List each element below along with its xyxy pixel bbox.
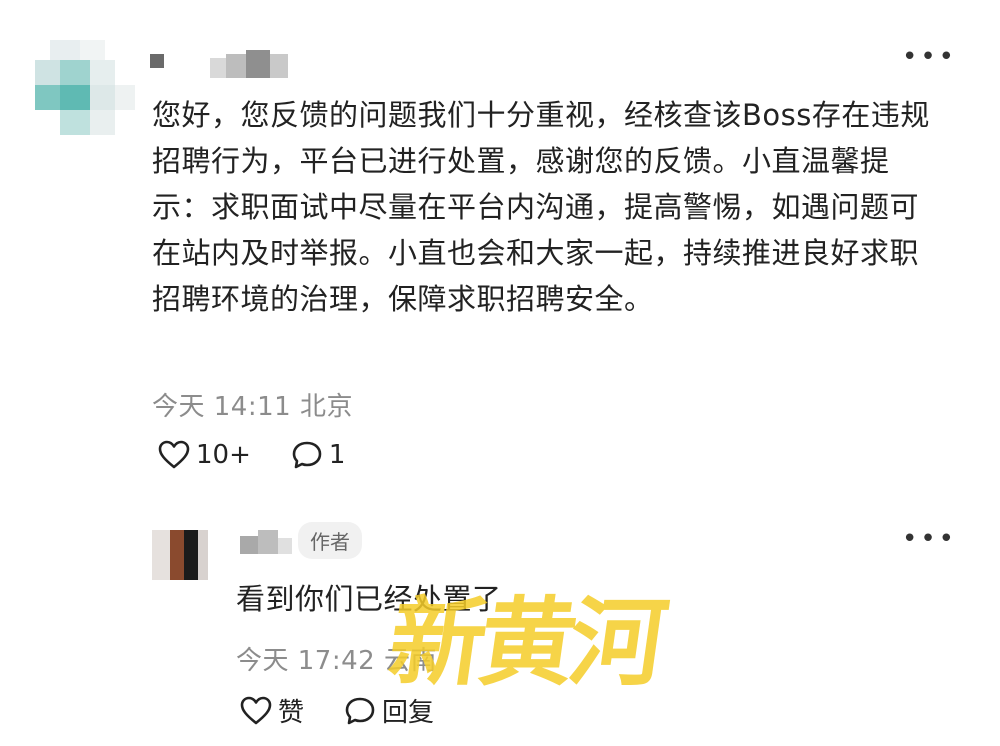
avatar[interactable]: [152, 530, 208, 580]
comment-body: 您好，您反馈的问题我们十分重视，经核查该Boss存在违规招聘行为，平台已进行处置…: [152, 98, 930, 316]
comment-bubble-icon: [345, 697, 375, 724]
like-button[interactable]: 赞: [240, 692, 304, 729]
username-blurred[interactable]: [150, 50, 310, 84]
like-label: 赞: [278, 698, 305, 728]
comment-time-location: 今天 14:11 北京: [152, 392, 353, 422]
username-blurred[interactable]: [236, 528, 296, 558]
like-button[interactable]: 10+: [158, 440, 251, 470]
watermark-logo: 新黄河: [382, 586, 669, 699]
heart-icon: [158, 440, 190, 469]
more-dots-icon[interactable]: •••: [902, 44, 957, 70]
comment-bubble-icon: [292, 441, 322, 469]
avatar[interactable]: [30, 30, 140, 140]
heart-icon: [240, 696, 272, 724]
more-dots-icon[interactable]: •••: [902, 526, 957, 552]
reply-count: 1: [328, 440, 346, 470]
author-badge: 作者: [298, 522, 362, 559]
reply-button[interactable]: 1: [291, 440, 346, 470]
comment-actions: 10+ 1: [158, 440, 385, 470]
like-count: 10+: [196, 440, 251, 470]
